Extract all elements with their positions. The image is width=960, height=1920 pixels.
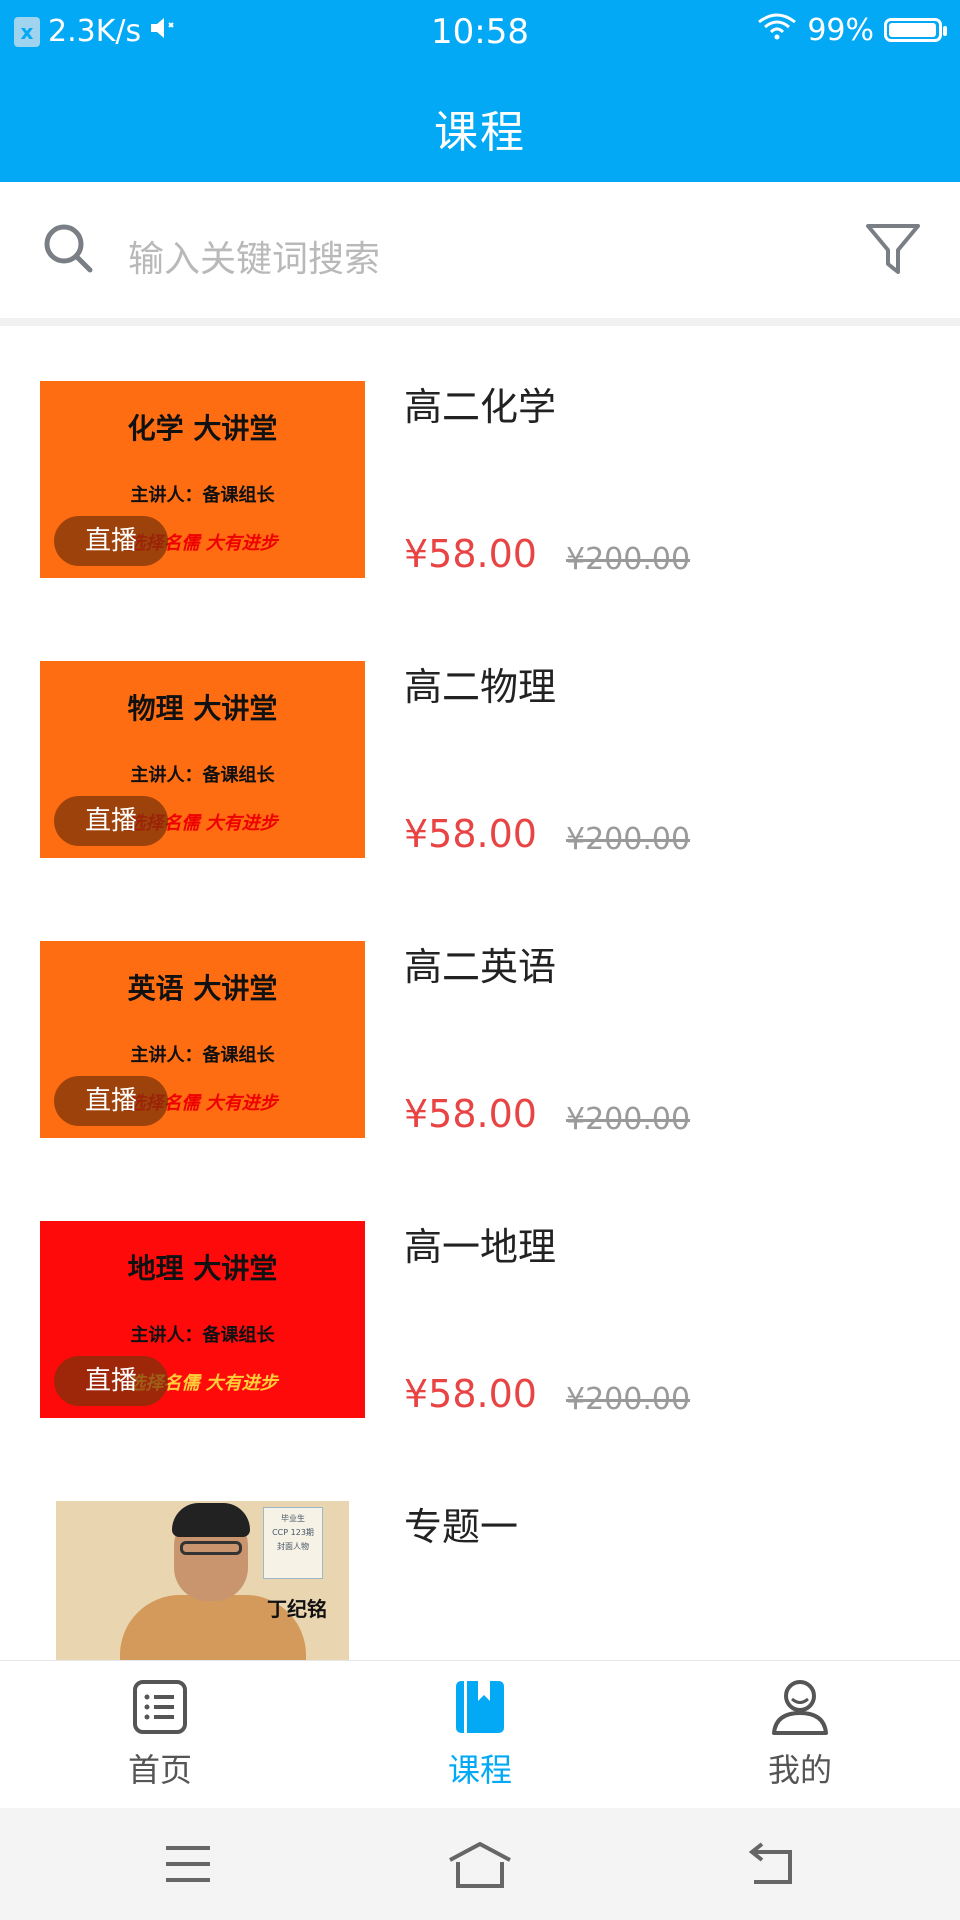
user-icon	[770, 1680, 830, 1739]
live-badge: 直播	[54, 1076, 168, 1126]
thumb-host: 主讲人：备课组长	[130, 765, 275, 786]
back-icon[interactable]	[748, 1842, 796, 1890]
top-bar: x 2.3K/s 10:58 99% 课程	[0, 0, 960, 182]
status-bar: x 2.3K/s 10:58 99%	[0, 0, 960, 64]
tab-label: 首页	[127, 1751, 192, 1789]
course-price: ¥58.00	[404, 532, 537, 576]
menu-icon[interactable]	[164, 1842, 212, 1890]
course-item[interactable]: 化学 大讲堂 主讲人：备课组长 选择名儒 大有进步 直播 高二化学 ¥58.00…	[0, 326, 960, 606]
thumb-host: 主讲人：备课组长	[130, 1325, 275, 1346]
divider	[0, 318, 960, 326]
search-icon[interactable]	[40, 220, 96, 280]
course-thumbnail[interactable]: 毕业生 CCP 123期 封面人物 丁纪铭 直播	[56, 1501, 349, 1660]
wifi-icon	[757, 12, 797, 48]
live-badge: 直播	[54, 516, 168, 566]
tab-mine[interactable]: 我的	[700, 1679, 900, 1791]
course-thumbnail[interactable]: 英语 大讲堂 主讲人：备课组长 选择名儒 大有进步 直播	[40, 941, 365, 1138]
search-bar: 输入关键词搜索	[0, 182, 960, 318]
system-nav-bar	[0, 1808, 960, 1920]
list-icon	[132, 1680, 188, 1739]
thumb-card-line: 封面人物	[277, 1542, 309, 1551]
course-thumbnail[interactable]: 地理 大讲堂 主讲人：备课组长 选择名儒 大有进步 直播	[40, 1221, 365, 1418]
course-original-price: ¥200.00	[566, 1102, 691, 1137]
thumb-title: 地理 大讲堂	[127, 1252, 278, 1285]
course-price: ¥58.00	[404, 1092, 537, 1136]
thumb-card-line: 毕业生	[281, 1514, 305, 1523]
thumb-card: 毕业生 CCP 123期 封面人物	[263, 1507, 323, 1579]
book-icon	[452, 1681, 508, 1739]
filter-icon[interactable]	[864, 220, 922, 284]
thumb-host: 主讲人：备课组长	[130, 485, 275, 506]
course-item[interactable]: 地理 大讲堂 主讲人：备课组长 选择名儒 大有进步 直播 高一地理 ¥58.00…	[0, 1166, 960, 1446]
tab-label: 我的	[767, 1751, 832, 1789]
course-item[interactable]: 毕业生 CCP 123期 封面人物 丁纪铭 直播 专题一	[0, 1446, 960, 1660]
course-title[interactable]: 高一地理	[404, 1216, 556, 1271]
course-price: ¥58.00	[404, 812, 537, 856]
teacher-photo-glasses	[180, 1541, 242, 1555]
course-thumbnail[interactable]: 化学 大讲堂 主讲人：备课组长 选择名儒 大有进步 直播	[40, 381, 365, 578]
course-original-price: ¥200.00	[566, 822, 691, 857]
course-title[interactable]: 高二物理	[404, 656, 556, 711]
course-thumbnail[interactable]: 物理 大讲堂 主讲人：备课组长 选择名儒 大有进步 直播	[40, 661, 365, 858]
tab-label: 课程	[447, 1751, 512, 1789]
home-icon[interactable]	[448, 1841, 512, 1894]
thumb-title: 物理 大讲堂	[127, 692, 278, 725]
battery-text: 99%	[807, 12, 874, 48]
course-title[interactable]: 高二英语	[404, 936, 556, 991]
battery-icon	[884, 18, 947, 42]
course-original-price: ¥200.00	[566, 542, 691, 577]
thumb-title: 化学 大讲堂	[127, 412, 278, 445]
live-badge: 直播	[54, 1356, 168, 1406]
course-title[interactable]: 专题一	[404, 1496, 518, 1551]
thumb-host: 主讲人：备课组长	[130, 1045, 275, 1066]
course-item[interactable]: 物理 大讲堂 主讲人：备课组长 选择名儒 大有进步 直播 高二物理 ¥58.00…	[0, 606, 960, 886]
tab-course[interactable]: 课程	[380, 1679, 580, 1791]
bottom-tab-bar: 首页 课程 我的	[0, 1660, 960, 1808]
course-title[interactable]: 高二化学	[404, 376, 556, 431]
search-input[interactable]: 输入关键词搜索	[128, 230, 380, 282]
course-original-price: ¥200.00	[566, 1382, 691, 1417]
page-title: 课程	[434, 107, 526, 158]
status-right: 99%	[757, 12, 947, 48]
course-list[interactable]: 化学 大讲堂 主讲人：备课组长 选择名儒 大有进步 直播 高二化学 ¥58.00…	[0, 326, 960, 1660]
course-price: ¥58.00	[404, 1372, 537, 1416]
course-item[interactable]: 英语 大讲堂 主讲人：备课组长 选择名儒 大有进步 直播 高二英语 ¥58.00…	[0, 886, 960, 1166]
tab-home[interactable]: 首页	[60, 1679, 260, 1791]
teacher-photo-hair	[172, 1503, 250, 1537]
live-badge: 直播	[54, 796, 168, 846]
thumb-title: 英语 大讲堂	[127, 972, 278, 1005]
thumb-card-line: CCP 123期	[272, 1528, 314, 1537]
thumb-teacher-name: 丁纪铭	[267, 1597, 327, 1621]
